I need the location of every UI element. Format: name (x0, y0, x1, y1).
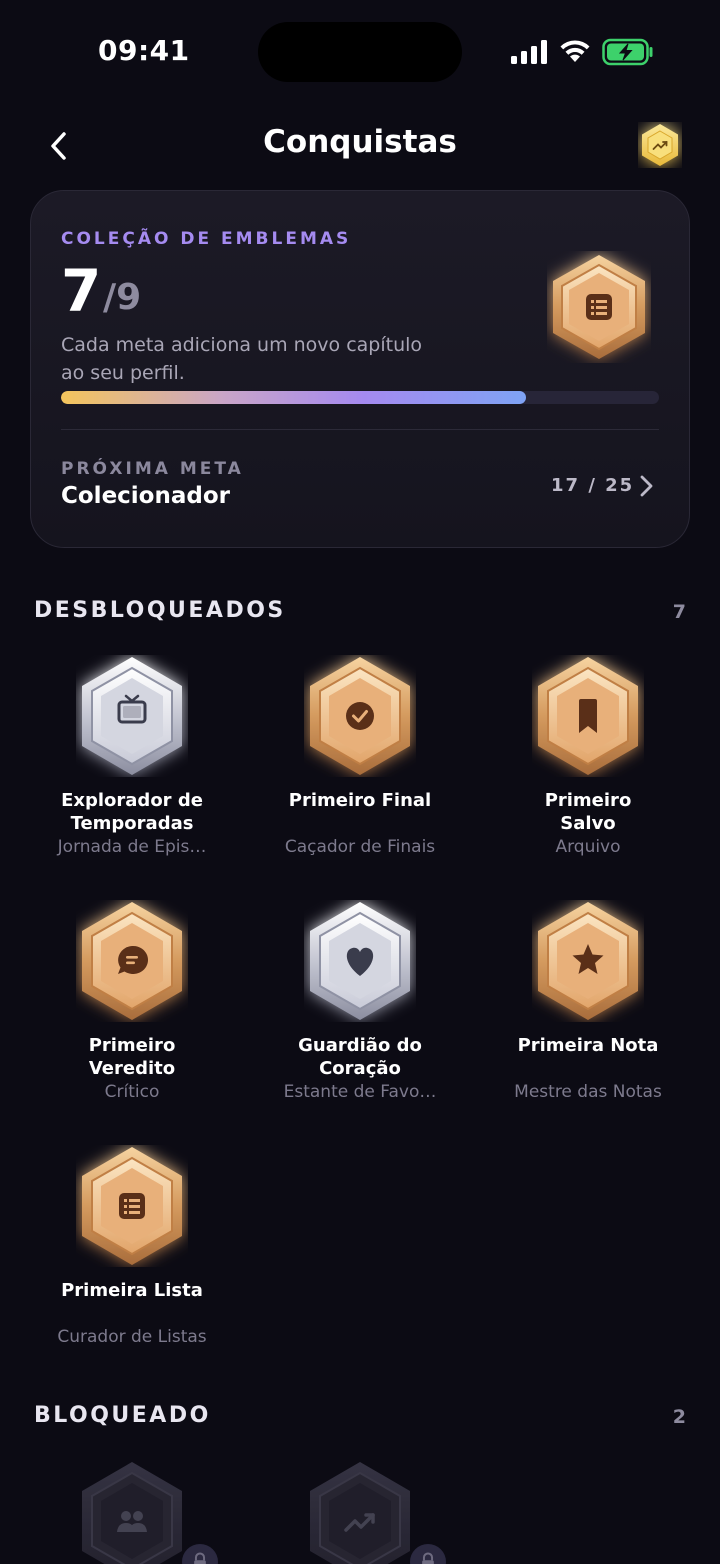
unlocked-section-title: DESBLOQUEADOS (34, 598, 286, 623)
group-icon (82, 1462, 182, 1564)
check-circle-icon (310, 657, 410, 775)
badge-name: Primeira Lista (61, 1280, 203, 1301)
next-goal-label: PRÓXIMA META (61, 459, 244, 479)
badge-item[interactable]: Primeira Nota Mestre das Notas (474, 900, 702, 1140)
divider (61, 429, 659, 430)
badge-name: Primeiro Veredito (88, 1035, 176, 1079)
badge-item[interactable]: Guardião do Coração Estante de Favo… (246, 900, 474, 1140)
badge-item[interactable]: Primeiro Final Caçador de Finais (246, 655, 474, 895)
nav-bar: Conquistas (0, 110, 720, 180)
page-title: Conquistas (263, 124, 457, 160)
status-time: 09:41 (98, 34, 190, 67)
status-bar: 09:41 (0, 0, 720, 100)
chat-icon (82, 902, 182, 1020)
badge-category: Jornada de Epis… (57, 837, 207, 857)
trend-up-icon[interactable] (638, 122, 682, 168)
tv-icon (82, 657, 182, 775)
star-icon (538, 902, 638, 1020)
badge-name: Guardião do Coração (298, 1035, 422, 1079)
badge-item[interactable]: Primeiro Salvo Arquivo (474, 655, 702, 895)
badge-category: Curador de Listas (57, 1327, 207, 1347)
trend-up-icon (310, 1462, 410, 1564)
collection-description: Cada meta adiciona um novo capítulo ao s… (61, 334, 423, 384)
locked-badge-item[interactable] (246, 1460, 474, 1564)
badge-name: Explorador de Temporadas (61, 790, 203, 834)
badge-name: Primeiro Final (288, 790, 432, 811)
unlocked-count: 7 (672, 601, 686, 623)
list-medal-icon (553, 255, 645, 359)
badge-collection-card: COLEÇÃO DE EMBLEMAS 7 /9 Cada meta adici… (30, 190, 690, 548)
bookmark-icon (538, 657, 638, 775)
wifi-icon (560, 40, 590, 62)
badge-item[interactable]: Primeiro Veredito Crítico (18, 900, 246, 1140)
next-goal-title[interactable]: Colecionador (61, 483, 230, 509)
badge-category: Mestre das Notas (514, 1082, 662, 1102)
badge-category: Caçador de Finais (284, 837, 436, 857)
signal-icon (511, 40, 547, 64)
locked-section-title: BLOQUEADO (34, 1403, 211, 1428)
badge-category: Estante de Favo… (283, 1082, 437, 1102)
list-icon (82, 1147, 182, 1265)
next-goal-progress: 17 / 25 (551, 475, 635, 496)
badge-name: Primeira Nota (517, 1035, 659, 1056)
collection-progress-fill (61, 391, 527, 404)
badge-name: Primeiro Salvo (544, 790, 632, 834)
chevron-right-icon[interactable] (635, 473, 657, 499)
locked-badge-item[interactable] (18, 1460, 246, 1564)
badge-category: Arquivo (555, 837, 621, 857)
dynamic-island (258, 22, 462, 82)
collection-progress-bar (61, 391, 659, 404)
collection-count: 7 (61, 257, 102, 325)
locked-count: 2 (672, 1406, 686, 1428)
battery-charging-icon (602, 38, 653, 66)
badge-category: Crítico (104, 1082, 160, 1102)
collection-label: COLEÇÃO DE EMBLEMAS (61, 229, 352, 249)
heart-icon (310, 902, 410, 1020)
badge-item[interactable]: Primeira Lista Curador de Listas (18, 1145, 246, 1385)
badge-item[interactable]: Explorador de Temporadas Jornada de Epis… (18, 655, 246, 895)
collection-total: /9 (103, 277, 142, 318)
